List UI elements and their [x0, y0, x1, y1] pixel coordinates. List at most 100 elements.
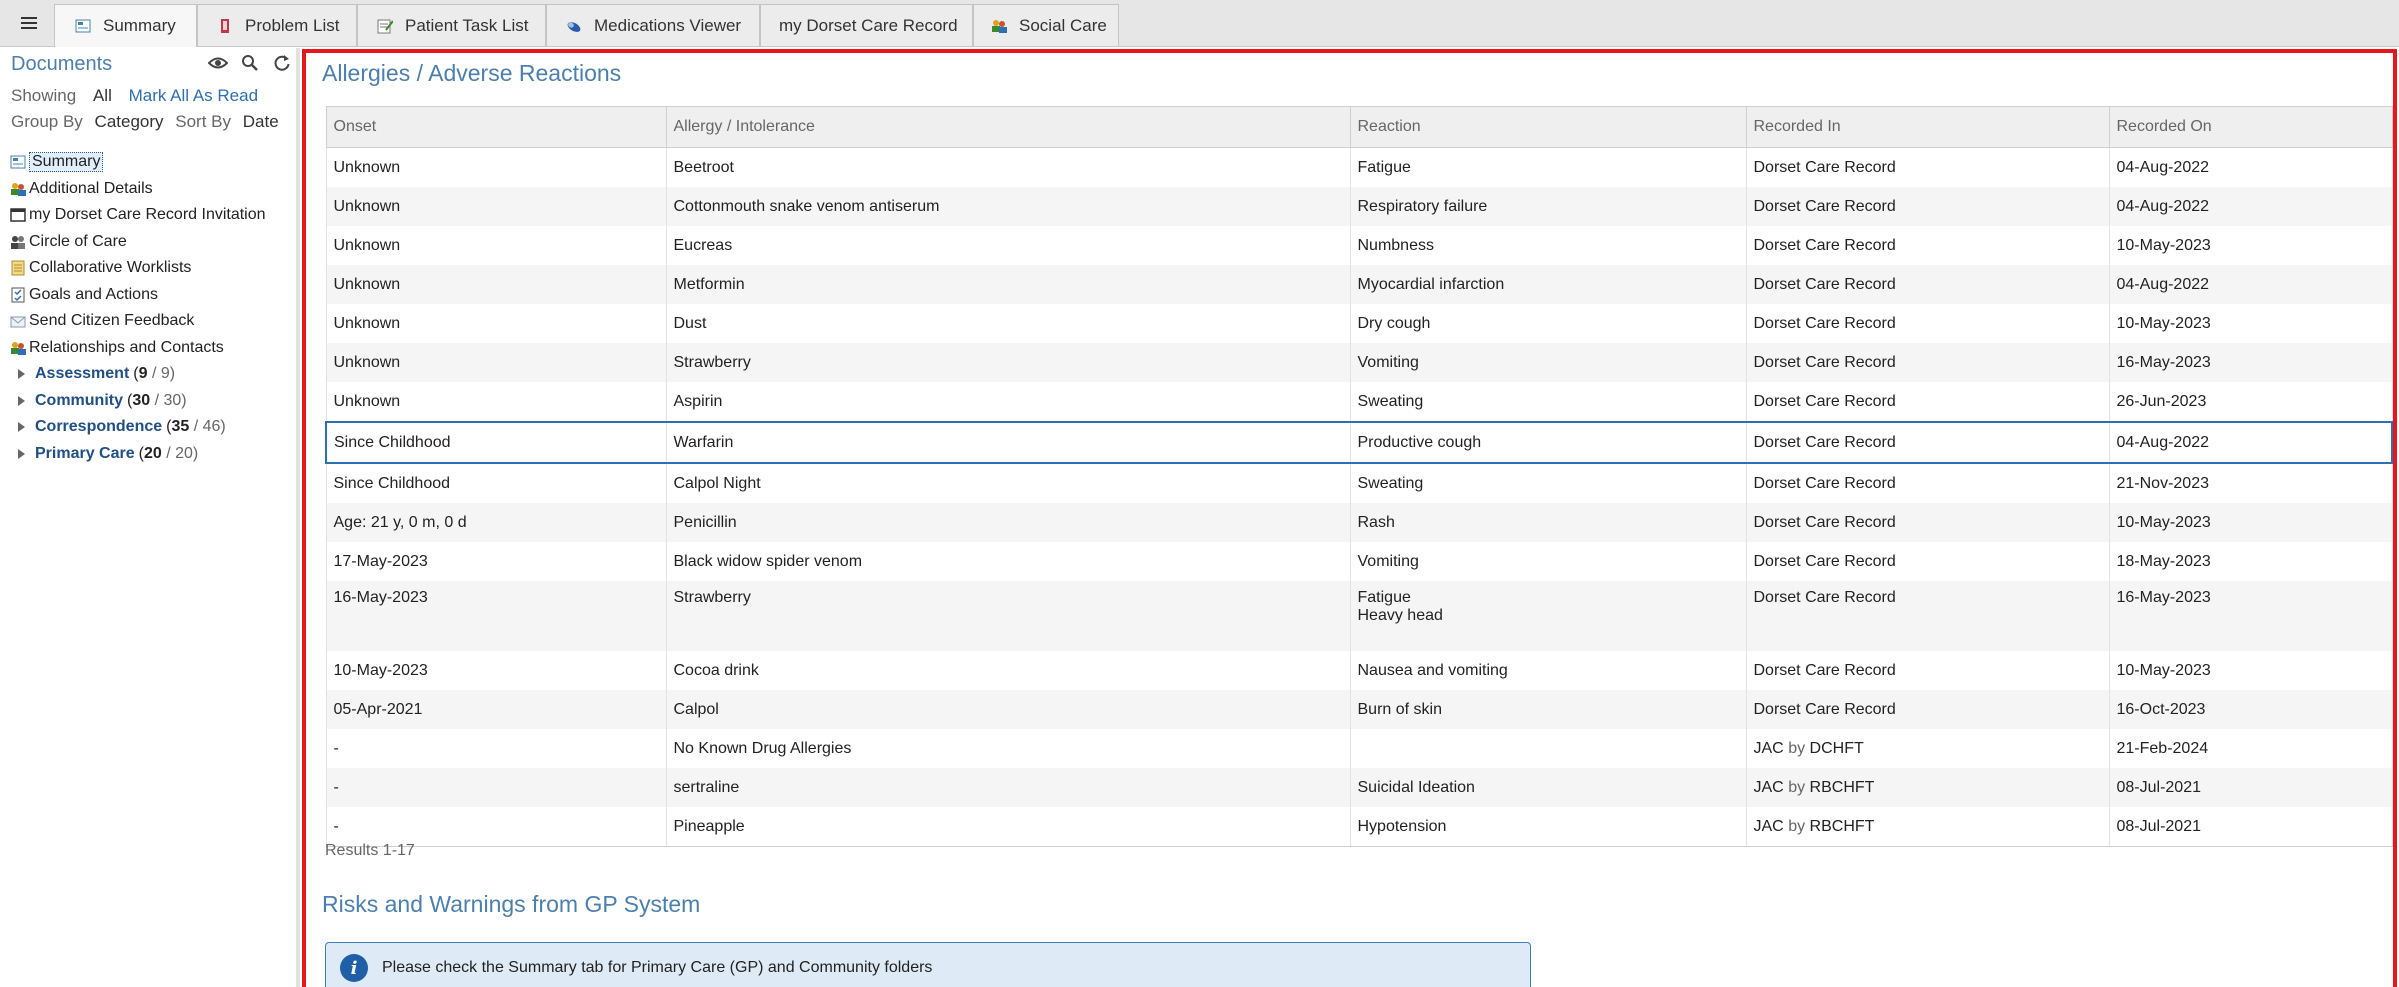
- reaction-text: Vomiting: [1357, 552, 1419, 570]
- tree-item-send-citizen-feedback[interactable]: Send Citizen Feedback: [10, 308, 266, 335]
- column-header-recorded-in[interactable]: Recorded In: [1745, 106, 2110, 148]
- table-row[interactable]: Unknown Beetroot Fatigue Dorset Care Record…: [325, 147, 2393, 187]
- group-by-value[interactable]: Category: [95, 112, 164, 131]
- cell-allergy: Pineapple: [665, 807, 1351, 847]
- mark-all-as-read-link[interactable]: Mark All As Read: [129, 86, 258, 105]
- cell-onset: -: [325, 729, 667, 768]
- folder-primary-care[interactable]: Primary Care (20 / 20): [10, 441, 266, 468]
- cell-recorded-in: Dorset Care Record: [1745, 581, 2110, 651]
- table-row[interactable]: Since Childhood Warfarin Productive cough D…: [325, 421, 2393, 464]
- table-row[interactable]: 17-May-2023 Black widow spider venom Vomit…: [325, 542, 2393, 581]
- folder-name: Community: [35, 391, 123, 409]
- expand-arrow-icon[interactable]: [18, 395, 25, 406]
- tab-my-dorset-care-record[interactable]: my Dorset Care Record: [760, 4, 973, 46]
- folder-correspondence[interactable]: Correspondence (35 / 46): [10, 414, 266, 441]
- tree-item-dorset-invitation[interactable]: my Dorset Care Record Invitation: [10, 202, 266, 229]
- tab-patient-task-list[interactable]: Patient Task List: [357, 4, 546, 46]
- table-row[interactable]: 10-May-2023 Cocoa drink Nausea and vomitin…: [325, 651, 2393, 690]
- documents-title: Documents: [11, 53, 113, 75]
- table-row[interactable]: Age: 21 y, 0 m, 0 d Penicillin Rash Dorset …: [325, 503, 2393, 542]
- task-list-icon: [377, 18, 394, 34]
- onset-text: 10-May-2023: [333, 661, 428, 679]
- tree-item-collaborative-worklists[interactable]: Collaborative Worklists: [10, 255, 266, 282]
- cell-recorded-in: Dorset Care Record: [1745, 265, 2110, 304]
- table-row[interactable]: - Pineapple Hypotension JAC by RBCHFT 08-Jul…: [325, 807, 2393, 847]
- recorded-in-text: Dorset Care Record: [1753, 433, 1896, 451]
- column-header-onset[interactable]: Onset: [325, 106, 667, 148]
- reaction-text: Burn of skin: [1357, 700, 1442, 718]
- expand-arrow-icon[interactable]: [18, 369, 25, 380]
- recorded-in-text: Dorset Care Record: [1753, 552, 1896, 570]
- table-row[interactable]: - sertraline Suicidal Ideation JAC by RBCHF…: [325, 768, 2393, 807]
- onset-text: -: [333, 817, 339, 835]
- cell-recorded-in: JAC by RBCHFT: [1745, 807, 2110, 847]
- tab-social-care[interactable]: Social Care: [973, 4, 1119, 46]
- onset-text: Unknown: [333, 353, 401, 371]
- folder-total: / 20): [166, 444, 199, 462]
- table-row[interactable]: Unknown Strawberry Vomiting Dorset Care Rec…: [325, 343, 2393, 382]
- recorded-org-text: RBCHFT: [1809, 817, 1875, 835]
- tree-item-summary[interactable]: Summary: [10, 149, 266, 176]
- allergy-text: Black widow spider venom: [673, 552, 863, 570]
- panel-splitter[interactable]: [296, 48, 300, 987]
- reaction-text: Sweating: [1357, 392, 1424, 410]
- tab-problem-list[interactable]: Problem List: [197, 4, 357, 46]
- search-icon[interactable]: [239, 52, 261, 74]
- table-row[interactable]: Unknown Eucreas Numbness Dorset Care Record…: [325, 226, 2393, 265]
- column-header-recorded-on[interactable]: Recorded On: [2108, 106, 2393, 148]
- recorded-on-text: 04-Aug-2022: [2116, 158, 2210, 176]
- summary-icon: [75, 18, 91, 34]
- cell-allergy: Aspirin: [665, 382, 1351, 422]
- expand-arrow-icon[interactable]: [18, 448, 25, 459]
- table-row[interactable]: 16-May-2023 Strawberry Fatigue Heavy head Do…: [325, 581, 2393, 651]
- eye-icon[interactable]: [207, 52, 229, 74]
- column-header-allergy[interactable]: Allergy / Intolerance: [665, 106, 1351, 148]
- cell-allergy: Metformin: [665, 265, 1351, 304]
- allergy-text: Pineapple: [673, 817, 745, 835]
- table-row[interactable]: - No Known Drug Allergies JAC by DCHFT 21-F…: [325, 729, 2393, 768]
- cell-allergy: Strawberry: [665, 343, 1351, 382]
- cell-recorded-on: 26-Jun-2023: [2108, 382, 2393, 422]
- summary-icon: [10, 154, 26, 170]
- tree-item-circle-of-care[interactable]: Circle of Care: [10, 229, 266, 256]
- refresh-icon[interactable]: [271, 52, 293, 74]
- table-row[interactable]: Unknown Metformin Myocardial infarction Dor…: [325, 265, 2393, 304]
- tree-item-label: Send Citizen Feedback: [29, 312, 195, 330]
- column-header-reaction[interactable]: Reaction: [1349, 106, 1747, 148]
- table-row[interactable]: Unknown Aspirin Sweating Dorset Care Record…: [325, 382, 2393, 422]
- allergy-text: Metformin: [673, 275, 745, 293]
- sort-by-value[interactable]: Date: [243, 112, 279, 131]
- tab-medications-viewer[interactable]: Medications Viewer: [546, 4, 760, 46]
- tree-item-goals-and-actions[interactable]: Goals and Actions: [10, 282, 266, 309]
- cell-recorded-on: 21-Feb-2024: [2108, 729, 2393, 768]
- table-row[interactable]: 05-Apr-2021 Calpol Burn of skin Dorset Care…: [325, 690, 2393, 729]
- recorded-on-text: 16-Oct-2023: [2116, 700, 2206, 718]
- group-icon: [10, 234, 26, 250]
- reaction-text: Nausea and vomiting: [1357, 661, 1508, 679]
- cell-recorded-on: 04-Aug-2022: [2108, 187, 2393, 226]
- expand-arrow-icon[interactable]: [18, 422, 25, 433]
- showing-filter: Showing All Mark All As Read: [11, 86, 258, 106]
- reaction-text: Dry cough: [1357, 314, 1431, 332]
- tree-item-label: Summary: [29, 152, 104, 173]
- table-row[interactable]: Unknown Dust Dry cough Dorset Care Record 10…: [325, 304, 2393, 343]
- recorded-on-text: 04-Aug-2022: [2116, 197, 2210, 215]
- hamburger-menu-icon[interactable]: [8, 6, 50, 40]
- folder-total: / 9): [151, 365, 176, 383]
- table-row[interactable]: Unknown Cottonmouth snake venom antiserum…: [325, 187, 2393, 226]
- folder-assessment[interactable]: Assessment (9 / 9): [10, 361, 266, 388]
- cell-allergy: Calpol Night: [665, 463, 1351, 503]
- folder-community[interactable]: Community (30 / 30): [10, 388, 266, 415]
- cell-onset: 10-May-2023: [325, 651, 667, 690]
- table-row[interactable]: Since Childhood Calpol Night Sweating Dorse…: [325, 463, 2393, 503]
- cell-recorded-on: 10-May-2023: [2108, 304, 2393, 343]
- cell-onset: Unknown: [325, 187, 667, 226]
- tree-item-relationships-contacts[interactable]: Relationships and Contacts: [10, 335, 266, 362]
- showing-value[interactable]: All: [93, 86, 112, 105]
- tab-summary[interactable]: Summary: [54, 4, 197, 47]
- recorded-in-text: Dorset Care Record: [1753, 589, 1896, 606]
- tree-item-additional-details[interactable]: Additional Details: [10, 176, 266, 203]
- recorded-org-text: RBCHFT: [1809, 778, 1875, 796]
- onset-text: Unknown: [333, 314, 401, 332]
- summary-content-panel: Allergies / Adverse Reactions Onset Alle…: [302, 49, 2397, 987]
